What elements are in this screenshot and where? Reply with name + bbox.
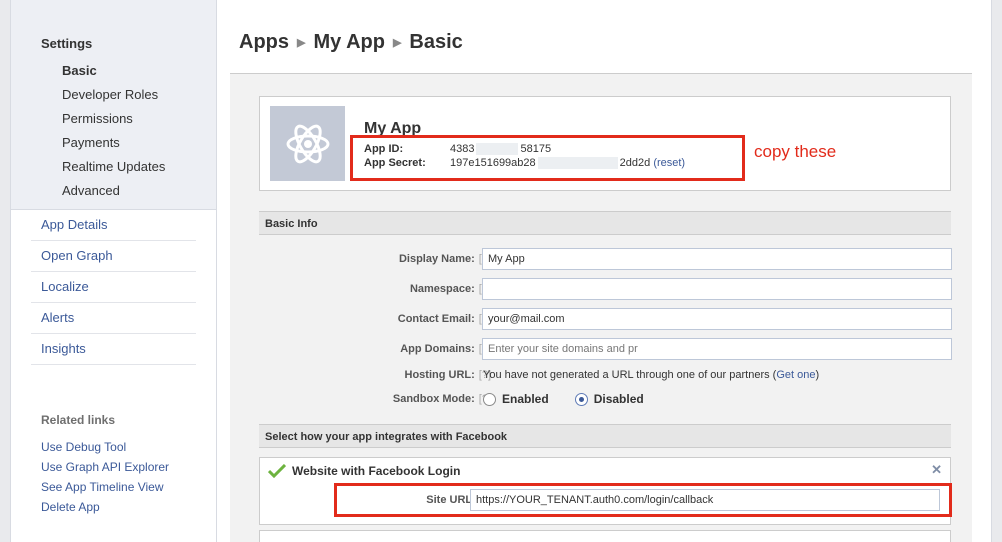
sandbox-radio-group: Enabled Disabled (483, 387, 670, 411)
settings-section: Settings Basic Developer Roles Permissio… (11, 0, 216, 210)
get-one-link[interactable]: Get one (776, 369, 815, 381)
breadcrumb-apps[interactable]: Apps (239, 31, 289, 53)
sandbox-mode-row: Sandbox Mode:[?] Enabled Disabled (259, 387, 951, 411)
display-name-label: Display Name:[?] (399, 247, 491, 271)
sidebar-item-alerts[interactable]: Alerts (31, 303, 196, 334)
settings-submenu: Basic Developer Roles Permissions Paymen… (41, 63, 216, 207)
sidebar-item-developer-roles[interactable]: Developer Roles (62, 87, 216, 111)
checkmark-icon (268, 464, 286, 478)
copy-these-annotation: copy these (754, 142, 837, 161)
related-link-timeline-view[interactable]: See App Timeline View (41, 479, 216, 499)
sidebar-item-payments[interactable]: Payments (62, 135, 216, 159)
app-domains-row: App Domains:[?] (259, 337, 952, 361)
namespace-row: Namespace:[?] (259, 277, 952, 301)
website-integration-title[interactable]: Website with Facebook Login (268, 464, 460, 478)
app-icon (270, 106, 345, 181)
sidebar-item-insights[interactable]: Insights (31, 334, 196, 365)
hosting-url-row: Hosting URL: [?] You have not generated a… (259, 363, 951, 387)
display-name-row: Display Name:[?] (259, 247, 952, 271)
app-domains-input[interactable] (482, 338, 952, 360)
next-integration-box (259, 530, 951, 542)
contact-email-input[interactable] (482, 308, 952, 330)
hosting-url-label: Hosting URL: [?] (404, 369, 492, 381)
site-url-highlight-box (334, 483, 952, 517)
breadcrumb-basic: Basic (409, 31, 463, 53)
related-links-list: Use Debug Tool Use Graph API Explorer Se… (41, 439, 216, 519)
related-links-title: Related links (41, 413, 116, 427)
app-domains-label: App Domains:[?] (400, 337, 491, 361)
contact-email-row: Contact Email:[?] (259, 307, 952, 331)
breadcrumb-separator-icon: ▶ (297, 37, 306, 49)
hosting-url-text: You have not generated a URL through one… (483, 369, 820, 381)
credentials-highlight-box (350, 135, 745, 181)
radio-icon[interactable] (483, 392, 496, 406)
namespace-label: Namespace:[?] (410, 277, 491, 301)
related-link-graph-api-explorer[interactable]: Use Graph API Explorer (41, 459, 216, 479)
breadcrumb-my-app[interactable]: My App (313, 31, 384, 53)
sidebar: Settings Basic Developer Roles Permissio… (10, 0, 217, 542)
sidebar-item-permissions[interactable]: Permissions (62, 111, 216, 135)
settings-title[interactable]: Settings (41, 36, 216, 51)
related-link-debug-tool[interactable]: Use Debug Tool (41, 439, 216, 459)
close-icon[interactable]: ✕ (931, 462, 942, 478)
integration-header: Select how your app integrates with Face… (259, 424, 951, 448)
basic-info-header: Basic Info (259, 211, 951, 235)
related-link-delete-app[interactable]: Delete App (41, 499, 216, 519)
sandbox-enabled-option[interactable]: Enabled (483, 392, 549, 406)
atom-icon (286, 124, 329, 163)
sidebar-item-open-graph[interactable]: Open Graph (31, 241, 196, 272)
sidebar-item-localize[interactable]: Localize (31, 272, 196, 303)
breadcrumb: Apps ▶ My App ▶ Basic (239, 31, 463, 54)
radio-selected-icon[interactable] (574, 392, 588, 406)
namespace-input[interactable] (482, 278, 952, 300)
contact-email-label: Contact Email:[?] (398, 307, 491, 331)
breadcrumb-separator-icon: ▶ (392, 37, 402, 49)
sidebar-item-advanced[interactable]: Advanced (62, 183, 216, 207)
sidebar-item-app-details[interactable]: App Details (31, 210, 196, 241)
sidebar-nav: App Details Open Graph Localize Alerts I… (31, 210, 196, 365)
sidebar-item-realtime-updates[interactable]: Realtime Updates (62, 159, 216, 183)
display-name-input[interactable] (482, 248, 952, 270)
sandbox-mode-label: Sandbox Mode:[?] (393, 387, 491, 411)
sandbox-disabled-option[interactable]: Disabled (574, 392, 644, 406)
sidebar-item-basic[interactable]: Basic (62, 63, 216, 87)
